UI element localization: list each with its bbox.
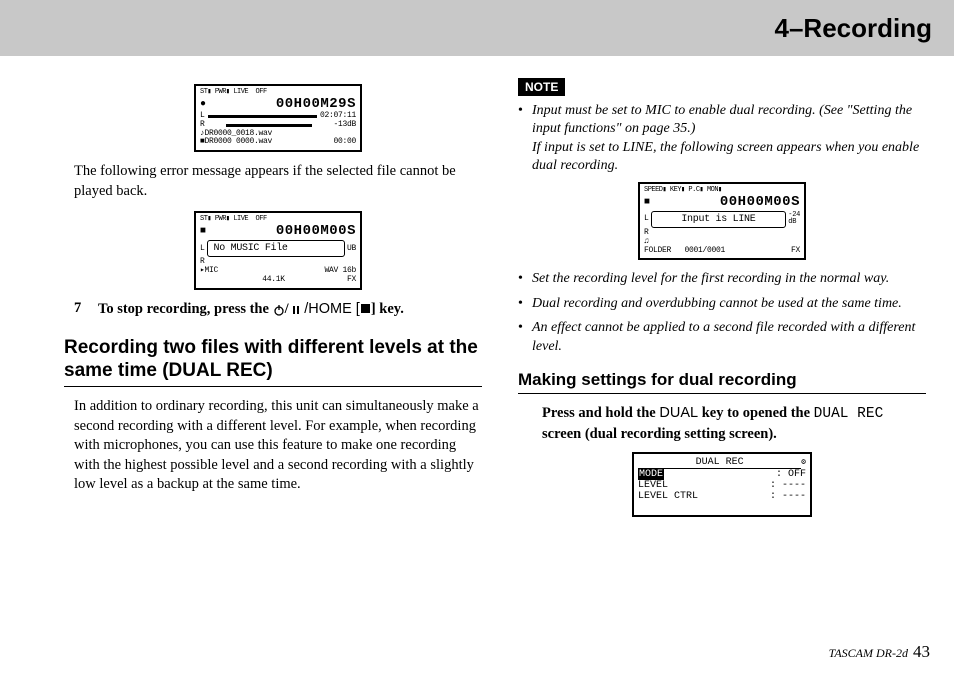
lcd-time: 00H00M00S <box>276 224 356 239</box>
page-footer: TASCAM DR-2d 43 <box>829 642 930 662</box>
dual-rec-screen-label: DUAL REC <box>814 406 884 422</box>
menu-level-val: : ---- <box>770 480 806 491</box>
lcd-rate: 44.1K <box>200 276 347 285</box>
lcd-top-icons: SPEED▮ KEY▮ P.C▮ MON▮ <box>644 187 722 195</box>
right-column: NOTE Input must be set to MIC to enable … <box>510 78 932 527</box>
step-text-a: To stop recording, press the <box>98 301 273 317</box>
lcd-pos: 00:00 <box>333 138 356 147</box>
page-number: 43 <box>913 642 930 661</box>
note-text: Input must be set to MIC to enable dual … <box>532 103 912 136</box>
dual-rec-instruction: Press and hold the DUAL key to opened th… <box>542 404 926 444</box>
instr-text: screen (dual recording setting screen). <box>542 426 777 442</box>
lcd-screenshot-recording: ST▮ PWR▮ LIVE OFF ●00H00M29S L02:07:11 R… <box>194 84 362 152</box>
error-intro-text: The following error message appears if t… <box>74 162 482 201</box>
instr-text: key to opened the <box>698 405 814 421</box>
step-7: 7 To stop recording, press the / /HOME [… <box>74 300 482 320</box>
note-list: Input must be set to MIC to enable dual … <box>518 102 926 176</box>
menu-levelctrl-val: : ---- <box>770 491 806 502</box>
subsection-settings-heading: Making settings for dual recording <box>518 370 926 394</box>
menu-levelctrl-key: LEVEL CTRL <box>638 491 698 502</box>
lcd-mic: MIC <box>205 267 219 276</box>
stop-icon <box>361 304 370 313</box>
note-item: Input must be set to MIC to enable dual … <box>532 102 926 176</box>
slash: / <box>285 301 293 317</box>
menu-mode-val: : OFF <box>776 469 806 480</box>
lcd-db: -13dB <box>333 121 356 130</box>
dual-rec-intro: In addition to ordinary recording, this … <box>74 397 482 495</box>
note-item: Dual recording and overdubbing cannot be… <box>532 295 926 313</box>
left-column: ST▮ PWR▮ LIVE OFF ●00H00M29S L02:07:11 R… <box>22 78 482 527</box>
note-list-2: Set the recording level for the first re… <box>518 270 926 356</box>
lcd-top-icons: ST▮ PWR▮ LIVE OFF <box>200 216 267 224</box>
lcd-fmt: WAV 16b <box>218 267 356 276</box>
note-item: Set the recording level for the first re… <box>532 270 926 288</box>
power-icon <box>273 304 285 316</box>
step-text-b: ] key. <box>371 301 404 317</box>
section-dual-rec-heading: Recording two files with different level… <box>64 337 482 387</box>
lcd-line-popup: Input is LINE <box>651 211 787 228</box>
lcd-screenshot-dual-rec-menu: DUAL REC⚙ MODE: OFF LEVEL: ---- LEVEL CT… <box>632 452 812 517</box>
lcd-time: 00H00M00S <box>720 195 800 210</box>
chapter-header: 4–Recording <box>0 0 954 56</box>
lcd-screenshot-error: ST▮ PWR▮ LIVE OFF ■00H00M00S LNo MUSIC F… <box>194 211 362 289</box>
lcd-time: 00H00M29S <box>276 97 356 112</box>
menu-mode-key: MODE <box>638 469 664 480</box>
lcd-top-icons: ST▮ PWR▮ LIVE OFF <box>200 89 267 97</box>
menu-level-key: LEVEL <box>638 480 668 491</box>
lcd-screenshot-input-line: SPEED▮ KEY▮ P.C▮ MON▮ ■00H00M00S LInput … <box>638 182 806 260</box>
note-text: If input is set to LINE, the following s… <box>532 140 919 173</box>
note-item: An effect cannot be applied to a second … <box>532 319 926 356</box>
step-number: 7 <box>74 300 88 320</box>
lcd-folder: FOLDER 0001/0001 <box>644 247 725 256</box>
chapter-title: 4–Recording <box>775 13 933 44</box>
lcd-error-popup: No MUSIC File <box>207 240 345 257</box>
home-key-label: /HOME [ <box>300 301 360 317</box>
lcd-menu-title: DUAL REC <box>638 457 801 469</box>
page-body: ST▮ PWR▮ LIVE OFF ●00H00M29S L02:07:11 R… <box>0 56 954 537</box>
note-badge: NOTE <box>518 78 565 96</box>
lcd-file-b: DR0000 0000.wav <box>205 138 334 147</box>
dual-key-label: DUAL <box>659 405 698 421</box>
step-text: To stop recording, press the / /HOME [ ] … <box>98 300 404 320</box>
product-name: TASCAM DR-2d <box>829 646 911 660</box>
instr-text: Press and hold the <box>542 405 659 421</box>
